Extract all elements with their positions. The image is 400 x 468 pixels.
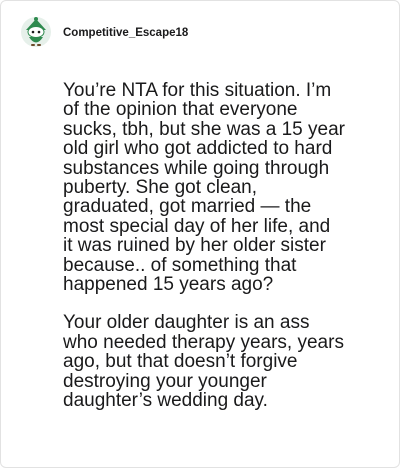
comment-body: You’re NTA for this situation. I’m of th… xyxy=(63,81,395,411)
snoo-avatar-icon[interactable] xyxy=(19,15,53,51)
comment-paragraph-1: You’re NTA for this situation. I’m of th… xyxy=(63,80,345,296)
comment-author-username[interactable]: Competitive_Escape18 xyxy=(63,27,188,39)
comment-paragraph-2: Your older daughter is an ass who needed… xyxy=(63,312,344,412)
comment-card: Competitive_Escape18 You’re NTA for this… xyxy=(0,0,400,468)
comment-header: Competitive_Escape18 xyxy=(19,15,188,51)
